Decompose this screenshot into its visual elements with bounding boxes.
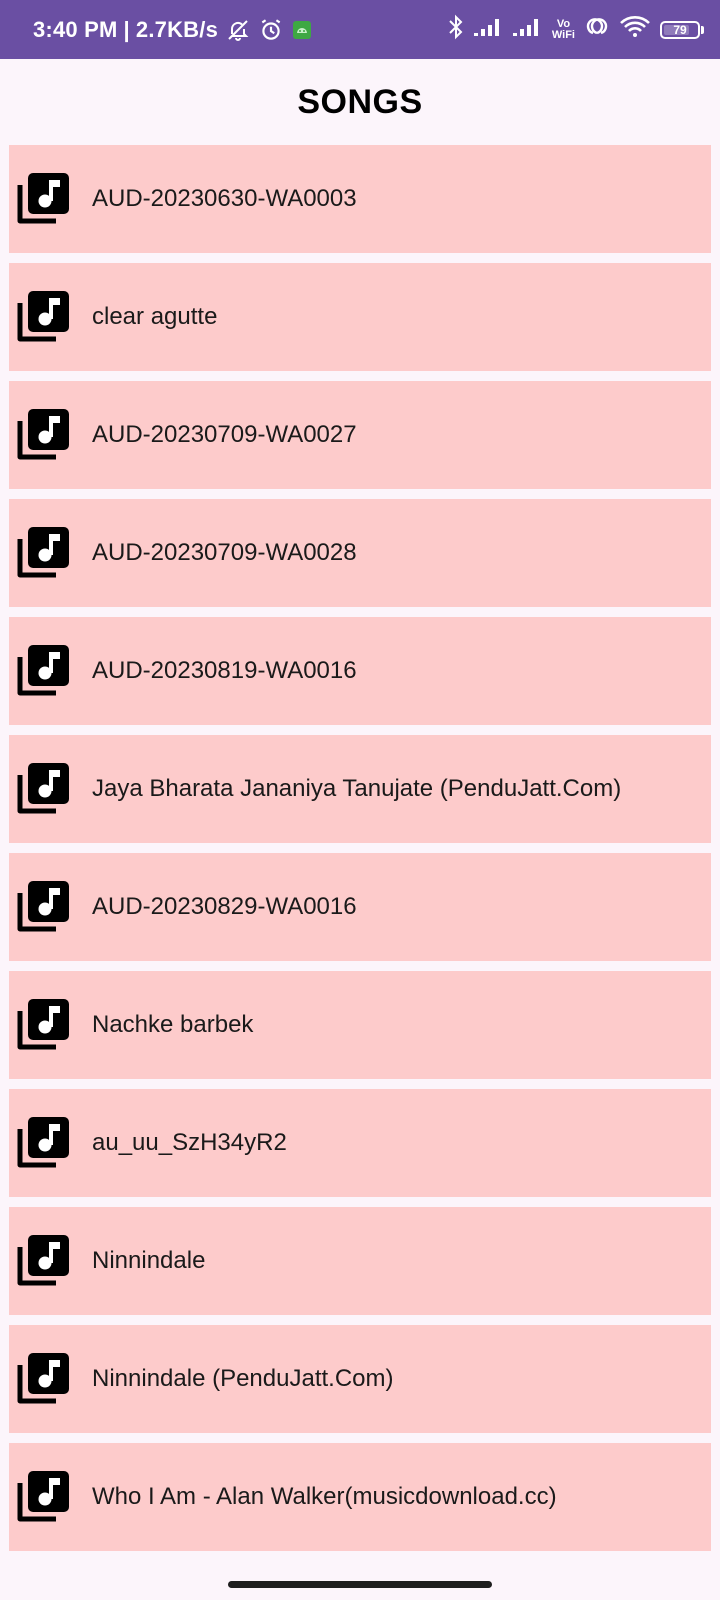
android-app-icon — [292, 20, 312, 40]
music-library-icon — [14, 1350, 72, 1408]
music-library-icon — [14, 406, 72, 464]
song-item[interactable]: Ninnindale — [9, 1207, 711, 1315]
song-title: Jaya Bharata Jananiya Tanujate (PenduJat… — [92, 775, 622, 802]
song-item[interactable]: Ninnindale (PenduJatt.Com) — [9, 1325, 711, 1433]
muted-bell-icon — [226, 18, 250, 42]
battery-level: 79 — [673, 22, 687, 37]
page-title: SONGS — [297, 82, 423, 121]
vowifi-icon: Vo WiFi — [551, 17, 575, 41]
app-header: SONGS — [0, 59, 720, 145]
song-list: AUD-20230630-WA0003 clear agutte AUD-20230… — [9, 145, 711, 1561]
music-library-icon — [14, 878, 72, 936]
signal-1-icon — [473, 16, 504, 43]
music-library-icon — [14, 1114, 72, 1172]
bluetooth-icon — [447, 14, 465, 45]
song-title: Ninnindale — [92, 1247, 206, 1274]
network-speed: 2.7KB/s — [135, 16, 219, 42]
song-title: AUD-20230709-WA0027 — [92, 421, 357, 448]
signal-2-icon — [512, 16, 543, 43]
status-left: 3:40 PM | 2.7KB/s — [33, 17, 312, 43]
song-title: Nachke barbek — [92, 1011, 254, 1038]
song-title: Ninnindale (PenduJatt.Com) — [92, 1365, 394, 1392]
song-item[interactable]: AUD-20230630-WA0003 — [9, 145, 711, 253]
hotspot-icon — [584, 15, 610, 44]
song-title: AUD-20230829-WA0016 — [92, 893, 357, 920]
song-item[interactable]: AUD-20230829-WA0016 — [9, 853, 711, 961]
song-item[interactable]: Nachke barbek — [9, 971, 711, 1079]
music-library-icon — [14, 170, 72, 228]
song-item[interactable]: Jaya Bharata Jananiya Tanujate (PenduJat… — [9, 735, 711, 843]
music-library-icon — [14, 760, 72, 818]
song-item[interactable]: AUD-20230709-WA0028 — [9, 499, 711, 607]
song-title: au_uu_SzH34yR2 — [92, 1129, 287, 1156]
battery-icon: 79 — [660, 20, 704, 39]
music-library-icon — [14, 1232, 72, 1290]
status-separator: | — [123, 16, 130, 42]
vowifi-bottom-label: WiFi — [551, 28, 575, 41]
song-title: Who I Am - Alan Walker(musicdownload.cc) — [92, 1483, 557, 1510]
song-title: AUD-20230630-WA0003 — [92, 185, 357, 212]
status-right: Vo WiFi 79 — [447, 14, 704, 45]
song-item[interactable]: AUD-20230709-WA0027 — [9, 381, 711, 489]
music-library-icon — [14, 642, 72, 700]
song-item[interactable]: clear agutte — [9, 263, 711, 371]
vowifi-top-label: Vo — [556, 17, 571, 30]
music-library-icon — [14, 288, 72, 346]
music-library-icon — [14, 524, 72, 582]
home-indicator[interactable] — [228, 1581, 492, 1588]
song-title: AUD-20230709-WA0028 — [92, 539, 357, 566]
music-library-icon — [14, 996, 72, 1054]
wifi-icon — [619, 15, 651, 44]
status-bar: 3:40 PM | 2.7KB/s Vo WiFi 79 — [0, 0, 720, 59]
song-title: clear agutte — [92, 303, 218, 330]
song-item[interactable]: au_uu_SzH34yR2 — [9, 1089, 711, 1197]
song-item[interactable]: Who I Am - Alan Walker(musicdownload.cc) — [9, 1443, 711, 1551]
alarm-icon — [258, 17, 284, 43]
clock: 3:40 PM — [33, 16, 118, 42]
music-library-icon — [14, 1468, 72, 1526]
battery-body: 79 — [660, 20, 700, 39]
song-item[interactable]: AUD-20230819-WA0016 — [9, 617, 711, 725]
song-title: AUD-20230819-WA0016 — [92, 657, 357, 684]
battery-tip — [701, 25, 704, 34]
